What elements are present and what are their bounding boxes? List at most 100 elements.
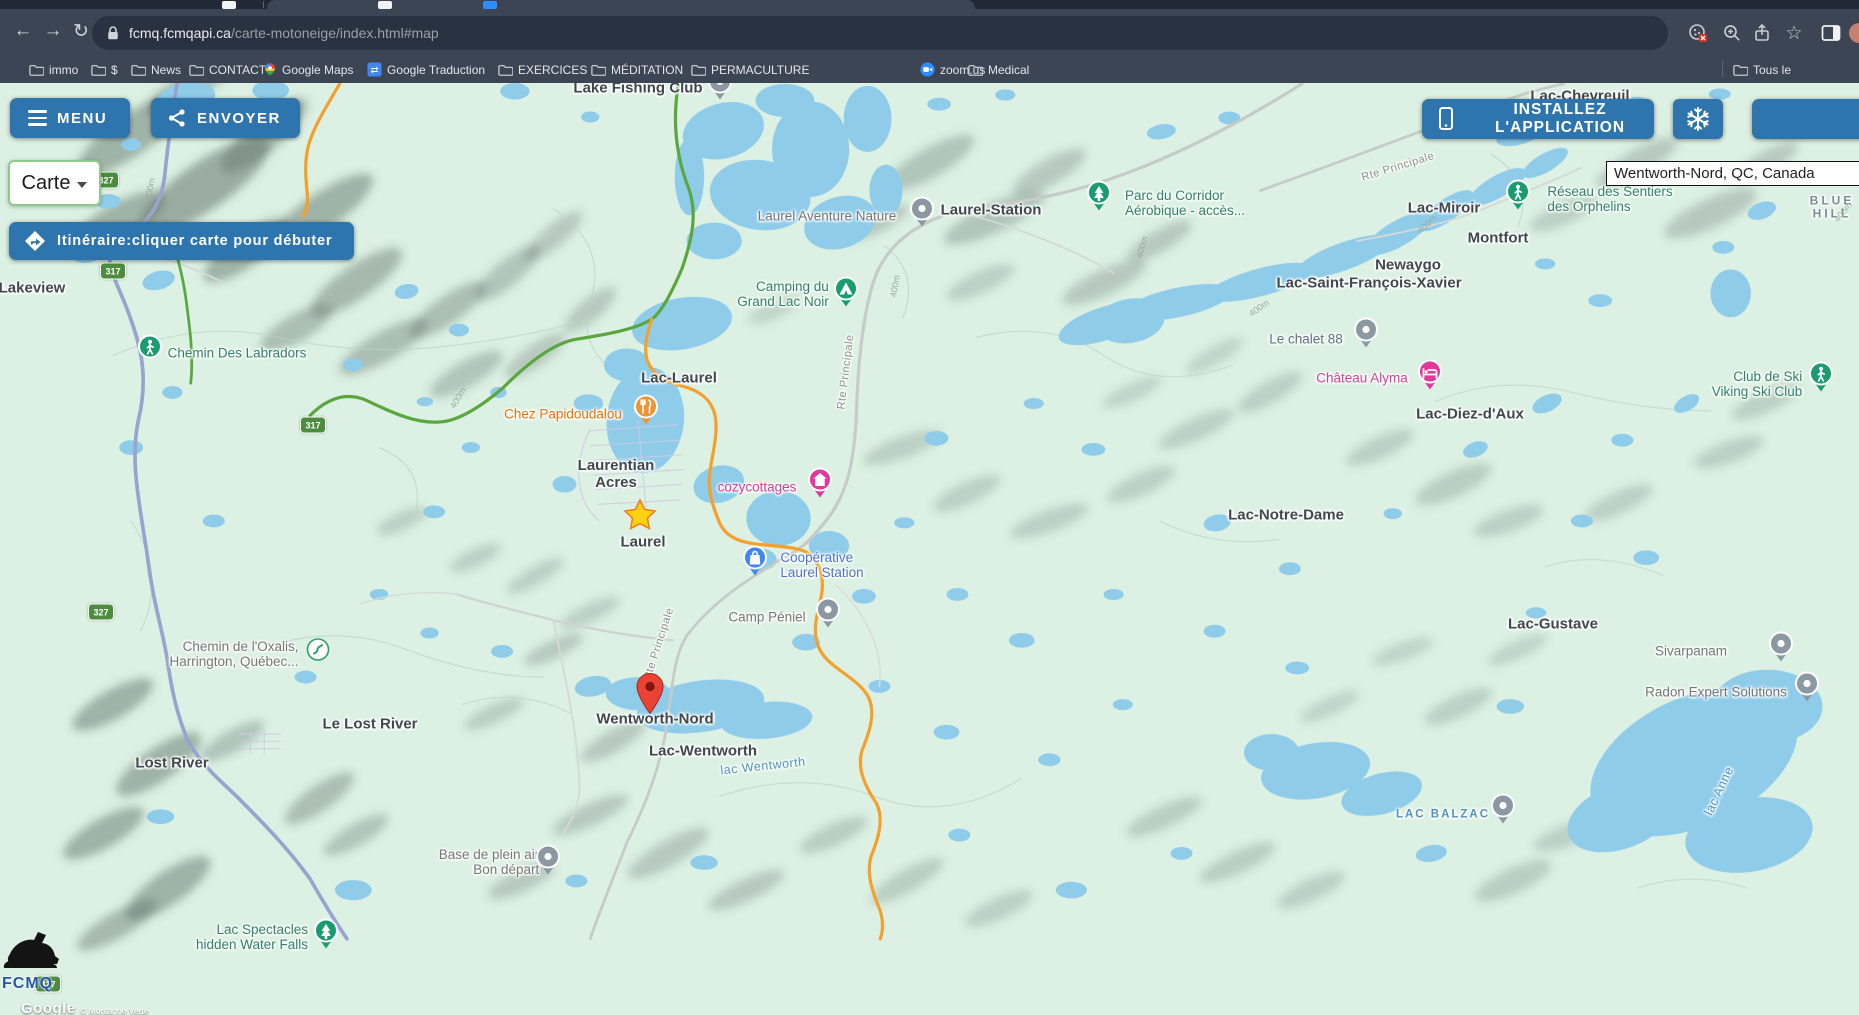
browser-toolbar: ← → ↻ fcmq.fcmqapi.ca/carte-motoneige/in… (0, 9, 1859, 56)
share-page-icon[interactable] (1751, 22, 1773, 44)
map-label-le-lost-river: Le Lost River (322, 717, 417, 734)
map-pin-chemin-des-labradors[interactable] (137, 334, 163, 371)
folder-icon (28, 63, 44, 77)
map-label-radon-expert-solutions: Radon Expert Solutions (1645, 684, 1787, 699)
bookmark-star-icon[interactable]: ☆ (1783, 22, 1805, 44)
map-pin-camp-peniel[interactable] (815, 597, 841, 634)
map-label-lac-gustave: Lac-Gustave (1508, 617, 1598, 634)
active-tab[interactable] (267, 0, 975, 9)
zoom-page-icon[interactable] (1721, 22, 1743, 44)
bookmark-label: MÉDITATION (611, 63, 683, 77)
itinerary-button[interactable]: Itinéraire:cliquer carte pour débuter (9, 222, 354, 260)
map-pin-reseau-sentiers-orphelins[interactable] (1505, 179, 1531, 216)
map-label-lac-miroir: Lac-Miroir (1408, 201, 1481, 218)
map-pin-club-ski-viking[interactable] (1808, 361, 1834, 398)
map-label-400m: 400m (888, 274, 902, 298)
map-pin-lac-spectacles[interactable] (313, 918, 339, 955)
map-label-chez-papidoudalou: Chez Papidoudalou (504, 406, 622, 421)
share-button[interactable]: ENVOYER (151, 98, 300, 138)
map-attribution: © Montagne Verte (80, 1006, 149, 1015)
map-pin-sivarpanam[interactable] (1768, 631, 1794, 668)
chevron-down-icon (77, 182, 87, 188)
bookmark-item-exercices[interactable]: EXERCICES (497, 61, 587, 78)
sidebar-toggle-icon[interactable] (1820, 22, 1842, 44)
map-pin-laurel-aventure-nature[interactable] (909, 196, 935, 233)
map-label-lac-anne: lac Anne (1702, 764, 1737, 817)
map-pin-base-plein-air-bon-depart[interactable] (535, 844, 561, 881)
bookmark-item-immo[interactable]: immo (28, 61, 78, 78)
bookmark-item-news[interactable]: News (130, 61, 181, 78)
tab-favicon[interactable] (222, 1, 236, 9)
bookmark-label: PERMACULTURE (711, 63, 809, 77)
bookmarks-bar: Tous le immo $ News CONTACTGoogle Maps ⇄Goog… (0, 56, 1859, 83)
back-button[interactable]: ← (8, 16, 38, 46)
folder-icon (130, 63, 146, 77)
map-label-lac-spectacles: Lac Spectacles hidden Water Falls (196, 922, 308, 952)
map-label-lac-saint-fran-ois-xavier: Lac-Saint-François-Xavier (1276, 276, 1461, 293)
map-pin-camping-grand-lac-noir[interactable] (833, 276, 859, 313)
bookmark-item-contact[interactable]: CONTACT (188, 61, 266, 78)
map-pin-chateau-alyma[interactable] (1417, 359, 1443, 396)
zoom-icon (920, 62, 935, 77)
snow-conditions-button[interactable] (1673, 99, 1723, 139)
installez-label: INSTALLEZ L'APPLICATION (1466, 101, 1654, 137)
map-pin-le-chalet-88[interactable] (1353, 317, 1379, 354)
bookmark-item-overflow[interactable]: Tous le (1732, 61, 1791, 78)
map-label-laurel: Laurel (620, 535, 665, 552)
route-shield-317: 317 (300, 417, 326, 434)
map-label-lost-river: Lost River (135, 756, 208, 773)
map-label-400m: 400m (1247, 297, 1271, 318)
gmaps-icon (263, 61, 277, 78)
map-label-400m: 400m (1134, 235, 1150, 259)
bookmark-label: News (151, 63, 181, 77)
folder-icon (967, 63, 983, 77)
map-label-lac-wentworth: Lac-Wentworth (649, 744, 757, 761)
tab-strip (0, 0, 1859, 9)
map-pin-chez-papidoudalou[interactable] (633, 394, 659, 431)
tab-favicon[interactable] (483, 1, 497, 9)
cookie-extension-icon[interactable] (1687, 22, 1709, 44)
map-pin-cooperative-laurel-station[interactable] (742, 545, 768, 582)
bookmark-item-google-maps[interactable]: Google Maps (263, 61, 353, 78)
bookmark-item-permaculture[interactable]: PERMACULTURE (690, 61, 809, 78)
map-pin-cozycottages[interactable] (807, 467, 833, 504)
install-app-button[interactable]: INSTALLEZ L'APPLICATION (1422, 99, 1654, 139)
route-shield-327: 327 (88, 604, 114, 621)
menu-button[interactable]: MENU (10, 98, 130, 138)
map-label-lake-fishing-club: Lake Fishing Club (573, 83, 702, 97)
forward-button[interactable]: → (38, 16, 68, 46)
map-label-sivarpanam: Sivarpanam (1655, 643, 1727, 658)
map-pin-lake-fishing-club[interactable] (707, 83, 733, 106)
map-label-lac-diez-d-aux: Lac-Diez-d'Aux (1416, 407, 1524, 424)
map-label-chemin-des-labradors: Chemin Des Labradors (168, 345, 307, 360)
bookmark-label: Tous le (1753, 63, 1791, 77)
bookmark-item-medical[interactable]: Medical (967, 61, 1029, 78)
profile-avatar[interactable] (1849, 23, 1859, 43)
map-pin-chemin-oxalis[interactable] (306, 638, 330, 667)
fcmq-logo[interactable]: FCMQ (2, 928, 72, 993)
map-label-laurel-aventure-nature: Laurel Aventure Nature (758, 208, 897, 223)
tab-favicon[interactable] (378, 1, 392, 9)
folder-icon (590, 63, 606, 77)
map-pin-parc-corridor-aerobique[interactable] (1086, 180, 1112, 217)
map-type-dropdown[interactable]: Carte (8, 160, 101, 206)
bookmark-item-google-traduction[interactable]: ⇄Google Traduction (367, 61, 485, 78)
fcmq-logo-text: FCMQ (2, 975, 72, 993)
map-pin-lac-balzac[interactable] (1490, 793, 1516, 830)
bookmark-item--[interactable]: $ (90, 61, 118, 78)
folder-icon (497, 63, 513, 77)
svg-text:⇄: ⇄ (371, 65, 379, 75)
map-pin-laurel-favorite[interactable] (623, 499, 657, 536)
address-bar[interactable]: fcmq.fcmqapi.ca/carte-motoneige/index.ht… (92, 16, 1668, 50)
search-input[interactable] (1606, 161, 1859, 186)
map-label-club-de-ski: Club de Ski Viking Ski Club (1712, 369, 1803, 399)
map-pin-radon-expert-solutions[interactable] (1794, 671, 1820, 708)
smartphone-icon (1436, 106, 1456, 132)
partial-offscreen-button[interactable] (1752, 99, 1859, 139)
map-pin-wentworth-nord-marker[interactable] (634, 672, 666, 721)
bookmark-item-m-ditation[interactable]: MÉDITATION (590, 61, 683, 78)
map-viewport[interactable]: Lake Fishing ClubLac-ChevreuilLaurel-Sta… (0, 83, 1859, 1015)
bookmark-label: immo (49, 63, 78, 77)
share-icon (167, 108, 187, 128)
map-label-cozycottages: cozycottages (718, 479, 797, 494)
